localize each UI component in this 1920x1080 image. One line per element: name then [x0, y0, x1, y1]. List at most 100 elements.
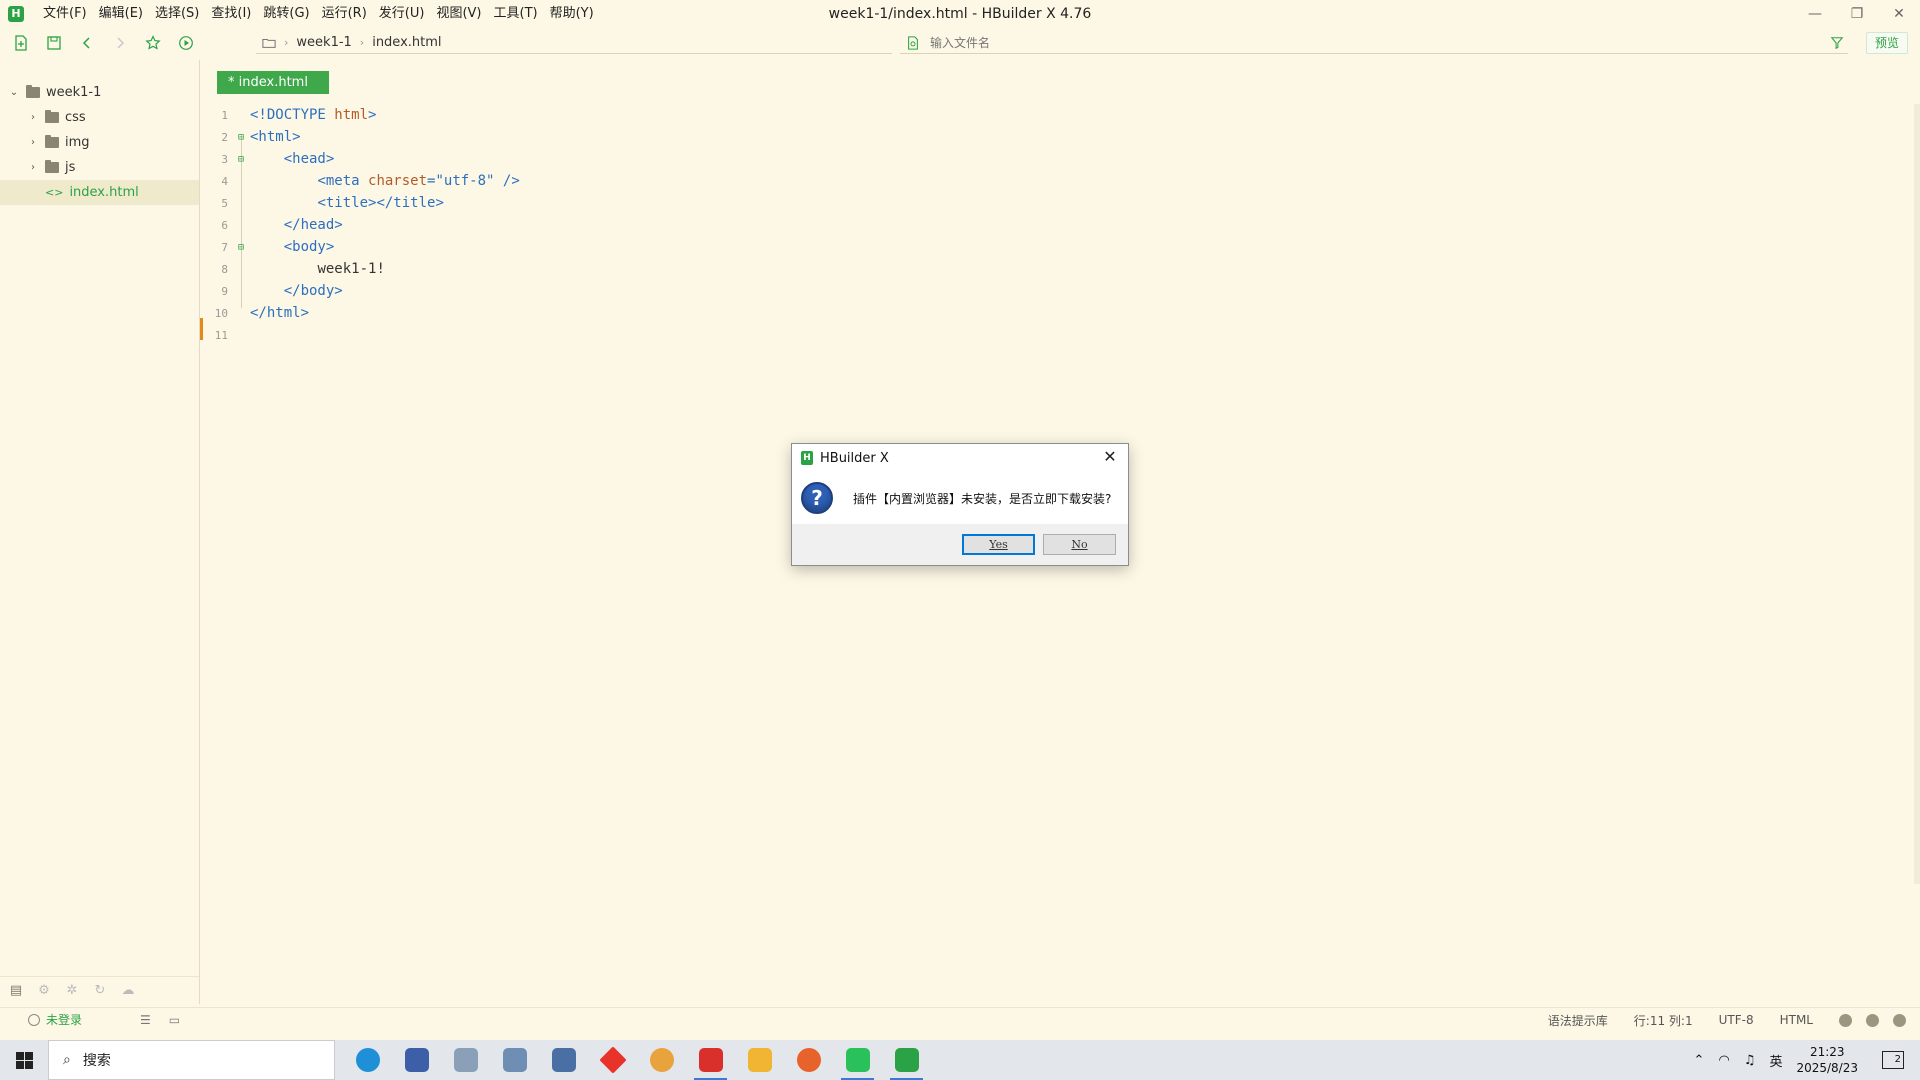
user-icon: [28, 1013, 40, 1026]
code-text: <title></title>: [317, 195, 444, 211]
cursor-position[interactable]: 行:11 列:1: [1634, 1012, 1693, 1029]
menu-file[interactable]: 文件(F): [37, 0, 93, 28]
menu-publish[interactable]: 发行(U): [373, 0, 431, 28]
ime-indicator[interactable]: 英: [1769, 1051, 1782, 1070]
fold-toggle-icon[interactable]: ⊟: [234, 154, 248, 165]
chevron-right-icon[interactable]: ›: [27, 137, 39, 148]
bell-icon[interactable]: [1893, 1013, 1906, 1027]
project-explorer: ⌄ week1-1 › css › img › js <> index.html…: [0, 60, 200, 1004]
notification-center-icon[interactable]: 2: [1882, 1051, 1904, 1069]
run-icon[interactable]: [174, 31, 198, 55]
forward-icon[interactable]: [108, 31, 132, 55]
login-status[interactable]: 未登录: [28, 1011, 82, 1028]
tree-project-root[interactable]: ⌄ week1-1: [0, 80, 199, 105]
line-number: 3: [221, 152, 228, 166]
menu-view[interactable]: 视图(V): [430, 0, 487, 28]
breadcrumb-separator: ›: [284, 36, 289, 49]
cloud-icon[interactable]: ☁: [120, 983, 136, 999]
tab-index-html[interactable]: * index.html: [217, 71, 329, 94]
taskbar-app[interactable]: [833, 1040, 882, 1080]
download-icon[interactable]: [1866, 1013, 1879, 1027]
folder-icon: [262, 38, 276, 48]
wifi-icon[interactable]: ◠: [1718, 1053, 1729, 1068]
menu-select[interactable]: 选择(S): [149, 0, 205, 28]
taskbar-app[interactable]: [735, 1040, 784, 1080]
project-manager-icon[interactable]: ▤: [8, 983, 24, 999]
filter-icon[interactable]: [1830, 36, 1844, 50]
line-number: 1: [221, 108, 228, 122]
save-icon[interactable]: [42, 31, 66, 55]
fold-toggle-icon[interactable]: ⊟: [234, 242, 248, 253]
back-icon[interactable]: [75, 31, 99, 55]
tree-item-index-html[interactable]: <> index.html: [0, 180, 199, 205]
tree-item-js[interactable]: › js: [0, 155, 199, 180]
code-text: <html>: [250, 129, 301, 145]
taskbar-app[interactable]: [686, 1040, 735, 1080]
star-icon[interactable]: [141, 31, 165, 55]
plugin-icon[interactable]: ⚙: [36, 983, 52, 999]
menu-tools[interactable]: 工具(T): [488, 0, 544, 28]
code-line: 3 ⊟ <head>: [201, 148, 1901, 170]
line-number: 9: [221, 284, 228, 298]
no-button[interactable]: No: [1043, 534, 1116, 555]
breadcrumb: › week1-1 › index.html: [256, 32, 892, 54]
menu-run[interactable]: 运行(R): [316, 0, 373, 28]
outline-icon[interactable]: ☰: [140, 1013, 151, 1027]
syntax-lib-label[interactable]: 语法提示库: [1548, 1012, 1608, 1029]
chevron-up-icon[interactable]: ⌃: [1694, 1053, 1705, 1068]
feedback-icon[interactable]: [1839, 1013, 1852, 1027]
encoding-label[interactable]: UTF-8: [1719, 1013, 1754, 1027]
menu-help[interactable]: 帮助(Y): [544, 0, 600, 28]
dialog-close-button[interactable]: ✕: [1100, 447, 1120, 467]
vertical-scrollbar[interactable]: [1914, 104, 1920, 884]
menu-bar: 文件(F) 编辑(E) 选择(S) 查找(I) 跳转(G) 运行(R) 发行(U…: [37, 0, 600, 28]
dialog-body: ? 插件【内置浏览器】未安装，是否立即下载安装?: [792, 472, 1128, 524]
taskbar-app[interactable]: [588, 1040, 637, 1080]
chevron-down-icon[interactable]: ⌄: [8, 87, 20, 98]
speaker-icon[interactable]: ♫: [1744, 1053, 1756, 1068]
fold-toggle-icon[interactable]: ⊟: [234, 132, 248, 143]
tree-item-img[interactable]: › img: [0, 130, 199, 155]
language-label[interactable]: HTML: [1780, 1013, 1813, 1027]
taskbar-app[interactable]: [441, 1040, 490, 1080]
close-window-button[interactable]: ✕: [1878, 0, 1920, 28]
sidebar-toolbar: ▤ ⚙ ✲ ↻ ☁: [0, 976, 199, 1004]
menu-edit[interactable]: 编辑(E): [93, 0, 149, 28]
preview-button[interactable]: 预览: [1866, 32, 1908, 54]
debug-icon[interactable]: ✲: [64, 983, 80, 999]
sync-icon[interactable]: ↻: [92, 983, 108, 999]
taskbar-app[interactable]: [490, 1040, 539, 1080]
taskbar-app[interactable]: [539, 1040, 588, 1080]
control-panel-icon: [502, 1048, 527, 1072]
terminal-icon[interactable]: ▭: [169, 1013, 180, 1027]
taskbar-app[interactable]: [784, 1040, 833, 1080]
code-area[interactable]: 1 <!DOCTYPE html> 2 ⊟ <html> 3 ⊟ <head> …: [201, 104, 1901, 346]
dialog-title: HBuilder X: [820, 450, 889, 466]
taskbar-app[interactable]: [343, 1040, 392, 1080]
code-line: 9 </body>: [201, 280, 1901, 302]
yes-button[interactable]: Yes: [962, 534, 1035, 555]
windows-taskbar: ⌕ 搜索 ⌃ ◠ ♫ 英 21:23 2025/8/23 2: [0, 1040, 1920, 1080]
chevron-right-icon[interactable]: ›: [27, 162, 39, 173]
breadcrumb-file[interactable]: index.html: [372, 35, 441, 50]
folder-icon: [45, 160, 59, 173]
window-controls: — ❐ ✕: [1794, 0, 1920, 28]
taskbar-search[interactable]: ⌕ 搜索: [48, 1040, 335, 1080]
restore-button[interactable]: ❐: [1836, 0, 1878, 28]
code-text: </body>: [283, 283, 343, 299]
file-search-input[interactable]: [930, 35, 1730, 50]
menu-find[interactable]: 查找(I): [205, 0, 257, 28]
taskbar-app[interactable]: [392, 1040, 441, 1080]
clock[interactable]: 21:23 2025/8/23: [1796, 1044, 1858, 1076]
menu-goto[interactable]: 跳转(G): [257, 0, 315, 28]
tree-item-css[interactable]: › css: [0, 105, 199, 130]
taskbar-app[interactable]: [882, 1040, 931, 1080]
breadcrumb-project[interactable]: week1-1: [296, 35, 351, 50]
minimize-button[interactable]: —: [1794, 0, 1836, 28]
taskbar-apps: [343, 1040, 931, 1080]
new-file-icon[interactable]: [9, 31, 33, 55]
windows-start-icon[interactable]: [0, 1040, 48, 1080]
taskbar-app[interactable]: [637, 1040, 686, 1080]
chevron-right-icon[interactable]: ›: [27, 112, 39, 123]
photos-icon: [453, 1048, 478, 1072]
